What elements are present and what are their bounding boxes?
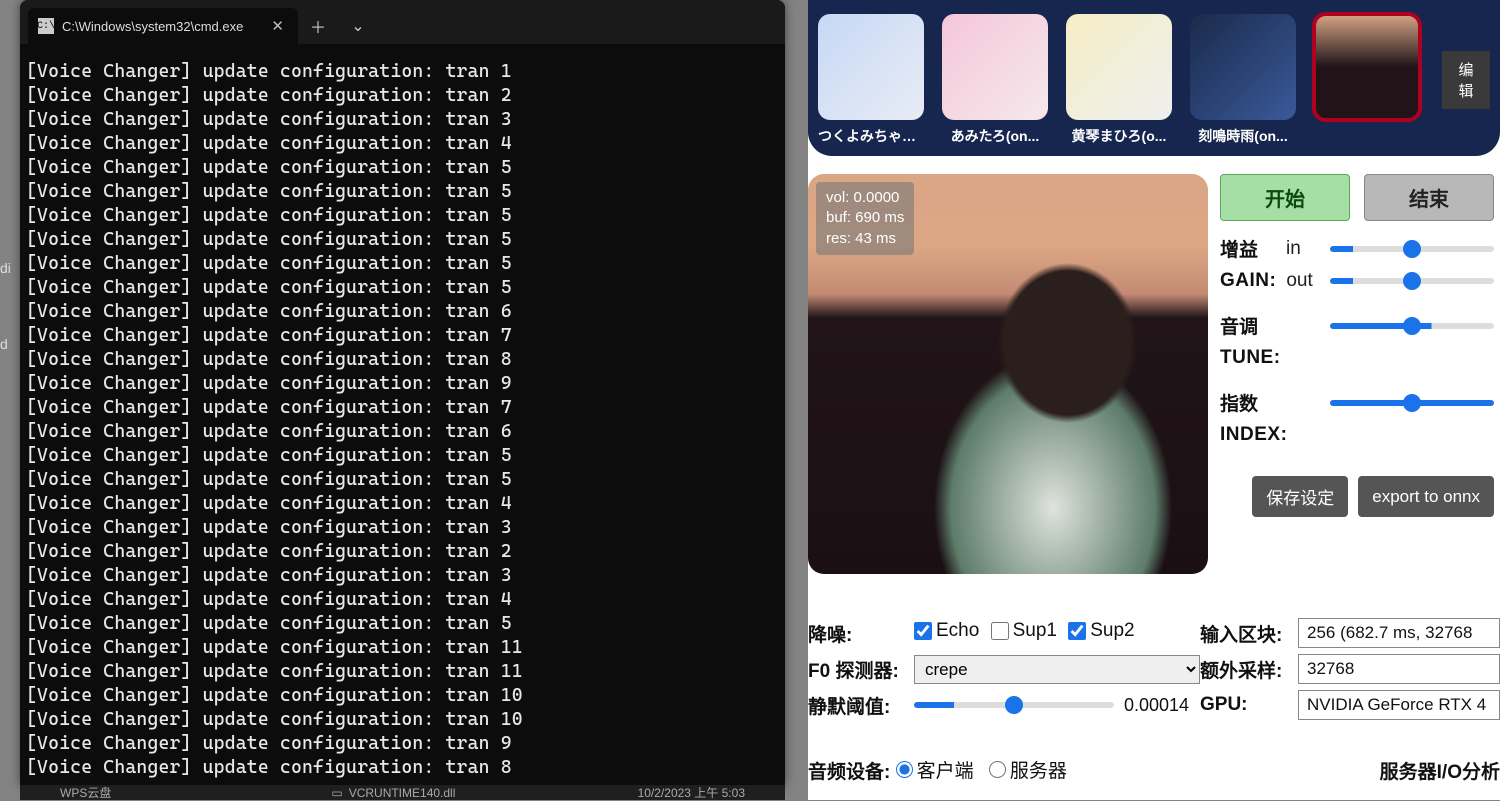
chunk-label: 输入区块: [1200,620,1290,647]
gain-in-label: in [1286,238,1320,260]
new-tab-button[interactable]: ＋ [298,8,338,44]
index-label-cn: 指数 [1220,389,1276,416]
voice-thumb [818,14,924,120]
terminal-tab-title: C:\Windows\system32\cmd.exe [62,19,259,34]
voice-changer-panel: つくよみちゃん... あみたろ(on... 黄琴まひろ(o... 刻鳴時雨(on… [808,0,1500,800]
f0-select[interactable]: crepe [914,655,1200,684]
terminal-titlebar[interactable]: C:\ C:\Windows\system32\cmd.exe ✕ ＋ ⌄ [20,0,785,44]
denoise-label: 降噪: [808,620,906,647]
sup1-checkbox[interactable]: Sup1 [991,620,1057,642]
export-onnx-button[interactable]: export to onnx [1358,476,1494,517]
echo-checkbox[interactable]: Echo [914,620,979,642]
hud-buf: buf: 690 ms [826,208,904,228]
taskbar-file[interactable]: ▭ VCRUNTIME140.dll [331,786,455,800]
edit-button[interactable]: 编辑 [1442,51,1490,109]
gpu-label: GPU: [1200,694,1290,716]
index-slider[interactable] [1330,400,1494,406]
chunk-select[interactable]: 256 (682.7 ms, 32768 [1298,618,1500,648]
terminal-tab[interactable]: C:\ C:\Windows\system32\cmd.exe ✕ [28,8,298,44]
voice-card-1[interactable]: あみたろ(on... [942,14,1048,146]
taskbar-clock: 10/2/2023 上午 5:03 [638,784,745,801]
save-settings-button[interactable]: 保存设定 [1252,476,1348,517]
cmd-icon: C:\ [38,18,54,34]
controls-panel: 开始 结束 增益 in GAIN: out 音调 TUNE: [1220,174,1500,574]
voice-label: あみたろ(on... [942,126,1048,146]
gain-label-en: GAIN: [1220,270,1276,292]
hud-res: res: 43 ms [826,229,904,249]
performance-hud: vol: 0.0000 buf: 690 ms res: 43 ms [816,182,914,255]
taskbar-app-wps[interactable]: WPS云盘 [60,784,111,801]
voice-label: 黄琴まひろ(o... [1066,126,1172,146]
gain-in-slider[interactable] [1330,246,1494,252]
voice-label: 刻鳴時雨(on... [1190,126,1296,146]
voice-label: つくよみちゃん... [818,126,924,146]
terminal-window: C:\ C:\Windows\system32\cmd.exe ✕ ＋ ⌄ [V… [20,0,785,785]
gpu-select[interactable]: NVIDIA GeForce RTX 4 [1298,690,1500,720]
extra-select[interactable]: 32768 [1298,654,1500,684]
tune-slider[interactable] [1330,323,1494,329]
portrait-preview: vol: 0.0000 buf: 690 ms res: 43 ms [808,174,1208,574]
index-label-en: INDEX: [1220,424,1287,446]
gain-out-label: out [1286,270,1320,292]
voice-card-0[interactable]: つくよみちゃん... [818,14,924,146]
hud-vol: vol: 0.0000 [826,188,904,208]
extra-label: 额外采样: [1200,656,1290,683]
voice-thumb [1190,14,1296,120]
silence-label: 静默阈值: [808,692,906,719]
tab-dropdown-icon[interactable]: ⌄ [338,8,378,44]
tune-label-cn: 音调 [1220,312,1276,339]
silence-value: 0.00014 [1124,695,1189,716]
gain-label-cn: 增益 [1220,235,1276,262]
parameters-grid: 降噪: Echo Sup1 Sup2 输入区块: 256 (682.7 ms, … [808,574,1500,784]
voice-card-3[interactable]: 刻鳴時雨(on... [1190,14,1296,146]
client-radio[interactable]: 客户端 [896,756,974,783]
silence-threshold-slider[interactable] [914,702,1114,708]
server-radio[interactable]: 服务器 [989,756,1067,783]
end-button[interactable]: 结束 [1364,174,1494,221]
voice-thumb [1066,14,1172,120]
voice-card-2[interactable]: 黄琴まひろ(o... [1066,14,1172,146]
audio-device-label: 音频设备: [808,762,890,783]
file-icon: ▭ [331,786,342,800]
tune-label-en: TUNE: [1220,347,1281,369]
voice-selector-strip: つくよみちゃん... あみたろ(on... 黄琴まひろ(o... 刻鳴時雨(on… [808,0,1500,156]
voice-thumb [942,14,1048,120]
gain-out-slider[interactable] [1330,278,1494,284]
voice-thumb [1314,14,1420,120]
terminal-output[interactable]: [Voice Changer] update configuration: tr… [20,44,785,785]
voice-card-4-selected[interactable] [1314,14,1420,126]
close-tab-icon[interactable]: ✕ [267,17,288,35]
start-button[interactable]: 开始 [1220,174,1350,221]
sup2-checkbox[interactable]: Sup2 [1068,620,1134,642]
windows-taskbar[interactable]: WPS云盘 ▭ VCRUNTIME140.dll 10/2/2023 上午 5:… [20,785,785,800]
io-analysis-header: 服务器I/O分析 [1380,757,1500,784]
f0-label: F0 探测器: [808,656,906,683]
background-text: di d [0,200,11,412]
